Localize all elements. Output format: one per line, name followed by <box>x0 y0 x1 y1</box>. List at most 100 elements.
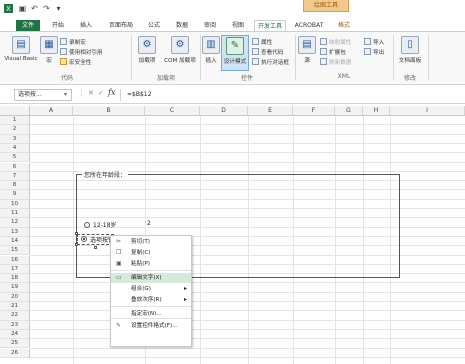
cancel-icon[interactable]: ✕ <box>88 89 94 97</box>
row-header[interactable]: 9 <box>0 190 30 200</box>
redo-icon[interactable]: ↷ <box>42 4 51 13</box>
context-menu-item[interactable]: ❐ 复制(C) <box>111 248 191 258</box>
gridline <box>30 356 465 358</box>
row-header[interactable]: 13 <box>0 227 30 237</box>
view-code-label: 查看代码 <box>261 50 284 56</box>
context-menu-item-label: 设置控件格式(F)... <box>131 323 178 329</box>
row-header[interactable]: 2 <box>0 125 30 135</box>
row-header[interactable]: 10 <box>0 199 30 209</box>
context-menu-item-label: 编辑文字(X) <box>131 275 162 281</box>
enter-icon[interactable]: ✓ <box>98 89 104 97</box>
row-header[interactable]: 8 <box>0 181 30 191</box>
map-properties-button[interactable]: 映射属性 <box>320 38 351 47</box>
row-header[interactable]: 7 <box>0 171 30 182</box>
context-menu-item[interactable]: 叠放次序(R) ▸ <box>111 295 191 305</box>
gridline <box>30 133 465 135</box>
map-properties-icon <box>320 38 327 45</box>
row-header[interactable]: 16 <box>0 255 30 265</box>
import-icon <box>364 38 371 45</box>
relative-reference-button[interactable]: 使用相对引用 <box>60 48 103 57</box>
row-header[interactable]: 11 <box>0 209 30 219</box>
row-header[interactable]: 1 <box>0 116 30 126</box>
context-menu-item[interactable]: ▭ 编辑文字(X) <box>111 273 191 283</box>
undo-icon[interactable]: ↶ <box>30 4 39 13</box>
run-dialog-button[interactable]: 执行对话框 <box>252 58 289 67</box>
paste-icon: ▣ <box>116 260 122 267</box>
context-menu-item[interactable]: ✎ 设置控件格式(F)... <box>111 321 191 331</box>
design-mode-button[interactable]: ✎ 设计模式 <box>221 35 249 71</box>
excel-logo-icon: X <box>4 4 13 13</box>
record-macro-button[interactable]: 录制宏 <box>60 38 86 47</box>
com-addins-button[interactable]: ⚙ COM 加载项 <box>162 36 198 64</box>
row-header[interactable]: 18 <box>0 274 30 284</box>
row-header[interactable]: 4 <box>0 143 30 154</box>
macros-icon: ▦ <box>40 36 58 54</box>
option-button-radio-selected[interactable] <box>81 236 87 242</box>
import-button[interactable]: 导入 <box>364 38 384 47</box>
contextual-tab-group: 绘图工具 <box>303 0 349 12</box>
column-header[interactable]: B <box>73 106 145 116</box>
document-panel-button[interactable]: ▯ 文档面板 <box>396 36 424 64</box>
row-header[interactable]: 15 <box>0 246 30 256</box>
save-icon[interactable]: ▣ <box>18 4 27 13</box>
view-code-button[interactable]: 查看代码 <box>252 48 283 57</box>
properties-button[interactable]: 属性 <box>252 38 272 47</box>
menu-separator <box>111 306 191 307</box>
column-header[interactable]: F <box>293 106 335 116</box>
row-header[interactable]: 3 <box>0 134 30 144</box>
row-header[interactable]: 6 <box>0 162 30 172</box>
row-header[interactable]: 22 <box>0 311 30 321</box>
customize-icon[interactable]: ▾ <box>54 4 63 13</box>
expansion-packs-button[interactable]: 扩展包 <box>320 48 346 57</box>
xml-source-button[interactable]: ▤ 源 <box>298 36 316 64</box>
context-menu-item[interactable]: ▣ 粘贴(P) <box>111 259 191 269</box>
option-button-radio[interactable] <box>84 222 90 228</box>
addins-button[interactable]: ⚙ 加载项 <box>134 36 160 64</box>
expansion-packs-icon <box>320 48 327 55</box>
relative-ref-icon <box>60 48 67 55</box>
row-header[interactable]: 24 <box>0 329 30 340</box>
insert-function-icon[interactable]: fx <box>108 88 115 97</box>
option-group-title: 您所在年龄段： <box>82 170 129 179</box>
row-header[interactable]: 21 <box>0 302 30 312</box>
name-box-dropdown-icon[interactable]: ▾ <box>64 91 67 98</box>
column-header[interactable]: I <box>390 106 465 116</box>
resize-handle[interactable] <box>94 246 97 249</box>
row-header[interactable]: 12 <box>0 218 30 228</box>
context-menu-item-label: 复制(C) <box>131 250 151 256</box>
resize-handle[interactable] <box>75 232 78 235</box>
resize-handle[interactable] <box>75 243 78 246</box>
formula-input[interactable]: =$B$12 <box>120 89 465 101</box>
column-header[interactable]: G <box>335 106 363 116</box>
gridline <box>73 116 74 364</box>
context-menu-item[interactable]: 组合(G) ▸ <box>111 284 191 294</box>
column-header[interactable]: A <box>30 106 73 116</box>
row-header[interactable]: 17 <box>0 264 30 275</box>
export-button[interactable]: 导出 <box>364 48 384 57</box>
visual-basic-button[interactable]: ▤ Visual Basic <box>4 36 38 62</box>
row-header[interactable]: 19 <box>0 283 30 293</box>
warning-icon <box>60 58 67 65</box>
column-header[interactable]: H <box>363 106 390 116</box>
select-all-corner[interactable] <box>0 106 30 116</box>
addins-label: 加载项 <box>138 58 156 64</box>
row-header[interactable]: 14 <box>0 236 30 247</box>
column-header[interactable]: E <box>248 106 293 116</box>
row-header[interactable]: 20 <box>0 292 30 302</box>
refresh-data-button[interactable]: 刷新数据 <box>320 58 351 67</box>
insert-control-button[interactable]: ▥ 插入 <box>202 36 220 64</box>
macro-security-button[interactable]: 宏安全性 <box>60 58 91 67</box>
column-header[interactable]: C <box>145 106 200 116</box>
gridline <box>30 282 465 284</box>
column-header[interactable]: D <box>200 106 248 116</box>
row-header[interactable]: 23 <box>0 320 30 330</box>
row-header[interactable]: 5 <box>0 153 30 163</box>
title-bar <box>0 0 465 20</box>
relative-ref-label: 使用相对引用 <box>69 50 103 56</box>
row-header[interactable]: 26 <box>0 348 30 358</box>
macros-button[interactable]: ▦ 宏 <box>40 36 58 64</box>
svg-text:X: X <box>6 5 11 13</box>
context-menu-item[interactable]: ✂ 剪切(T) <box>111 237 191 247</box>
row-header[interactable]: 25 <box>0 339 30 349</box>
run-dialog-icon <box>252 58 259 65</box>
